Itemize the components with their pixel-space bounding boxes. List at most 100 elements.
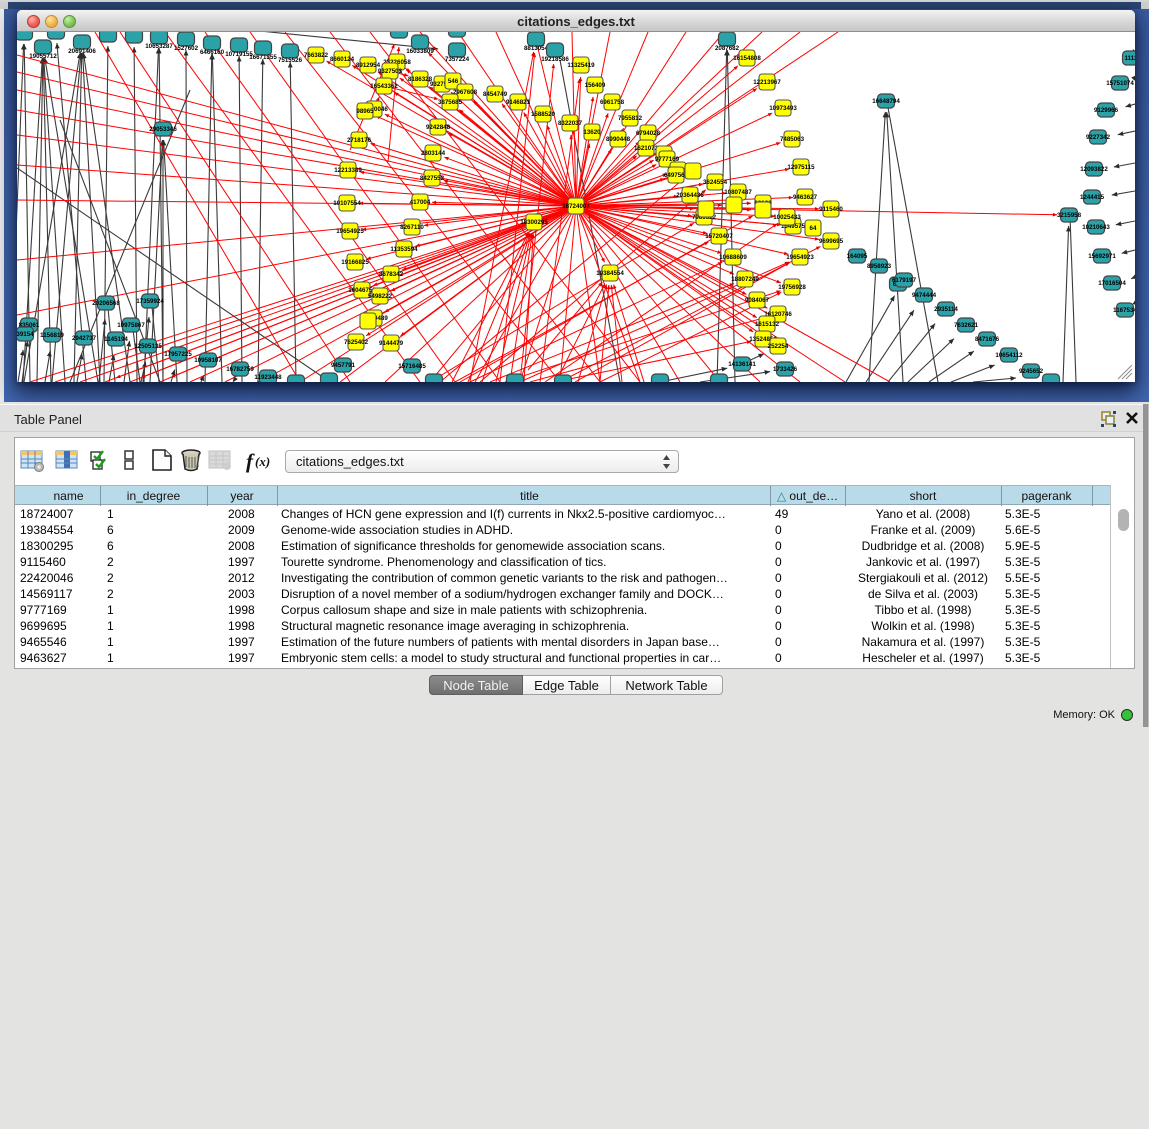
- svg-text:2935114: 2935114: [934, 306, 958, 313]
- svg-text:417004: 417004: [410, 199, 431, 206]
- svg-text:6466160: 6466160: [200, 49, 225, 56]
- svg-text:9242848: 9242848: [426, 124, 451, 131]
- svg-text:1588520: 1588520: [531, 111, 556, 118]
- svg-text:12213967: 12213967: [753, 79, 781, 86]
- svg-text:19055712: 19055712: [29, 53, 57, 60]
- svg-text:1615132: 1615132: [755, 321, 780, 328]
- svg-text:10807487: 10807487: [724, 189, 752, 196]
- svg-text:8660124: 8660124: [330, 56, 355, 63]
- svg-text:9144479: 9144479: [379, 340, 404, 347]
- svg-text:10973493: 10973493: [769, 105, 797, 112]
- svg-text:19384554: 19384554: [596, 270, 624, 277]
- svg-text:9699695: 9699695: [819, 238, 844, 245]
- svg-text:10653287: 10653287: [145, 43, 173, 50]
- svg-text:18724007: 18724007: [562, 203, 590, 210]
- svg-text:18807249: 18807249: [731, 276, 759, 283]
- svg-text:20691406: 20691406: [68, 48, 96, 55]
- svg-text:9146821: 9146821: [506, 99, 531, 106]
- svg-text:7663822: 7663822: [304, 52, 329, 59]
- svg-text:9457791: 9457791: [331, 362, 356, 369]
- svg-text:9115460: 9115460: [819, 206, 843, 213]
- svg-text:64: 64: [810, 225, 817, 232]
- svg-text:19756928: 19756928: [778, 284, 806, 291]
- svg-text:10654112: 10654112: [995, 352, 1023, 359]
- svg-text:164095: 164095: [847, 253, 868, 260]
- svg-text:8322037: 8322037: [558, 120, 583, 127]
- svg-text:10975867: 10975867: [117, 322, 145, 329]
- svg-text:1145194: 1145194: [104, 336, 128, 343]
- svg-text:1112: 1112: [1124, 55, 1135, 62]
- svg-text:11325419: 11325419: [567, 62, 595, 69]
- svg-text:2718176: 2718176: [347, 137, 372, 144]
- svg-text:1733426: 1733426: [773, 366, 798, 373]
- svg-text:3624554: 3624554: [703, 179, 728, 186]
- svg-text:13620: 13620: [583, 129, 601, 136]
- svg-text:156409: 156409: [585, 82, 606, 89]
- svg-text:16543362: 16543362: [370, 83, 398, 90]
- svg-text:12975115: 12975115: [787, 164, 815, 171]
- svg-text:7625402: 7625402: [344, 339, 369, 346]
- svg-text:8471676: 8471676: [975, 336, 1000, 343]
- svg-text:9463627: 9463627: [793, 194, 818, 201]
- svg-text:9227342: 9227342: [1086, 134, 1111, 141]
- svg-text:15720407: 15720407: [705, 233, 733, 240]
- svg-text:10107554: 10107554: [333, 200, 361, 207]
- svg-text:7632621: 7632621: [954, 322, 979, 329]
- svg-text:1167534: 1167534: [1113, 307, 1135, 314]
- svg-text:17957225: 17957225: [164, 351, 192, 358]
- svg-text:8267110: 8267110: [400, 224, 424, 231]
- svg-text:6961758: 6961758: [600, 99, 625, 106]
- svg-text:11923448: 11923448: [254, 374, 282, 381]
- svg-text:8186328: 8186328: [408, 76, 433, 83]
- svg-text:19654925: 19654925: [336, 228, 364, 235]
- svg-text:1244415: 1244415: [1080, 194, 1105, 201]
- svg-text:1527602: 1527602: [174, 45, 199, 52]
- svg-text:20364436: 20364436: [676, 192, 704, 199]
- svg-text:29053346: 29053346: [149, 126, 177, 133]
- svg-text:8990448: 8990448: [606, 136, 631, 143]
- svg-text:10210643: 10210643: [1082, 224, 1110, 231]
- svg-text:98965: 98965: [356, 108, 374, 115]
- svg-text:8427552: 8427552: [420, 175, 445, 182]
- svg-text:7357224: 7357224: [445, 56, 470, 63]
- svg-text:10958107: 10958107: [194, 357, 222, 364]
- svg-text:16782759: 16782759: [226, 366, 254, 373]
- svg-text:7485063: 7485063: [780, 136, 805, 143]
- svg-text:19166825: 19166825: [341, 259, 369, 266]
- svg-text:20206568: 20206568: [92, 300, 120, 307]
- svg-text:3875685: 3875685: [438, 99, 463, 106]
- svg-text:8912954: 8912954: [356, 62, 381, 69]
- svg-text:19654923: 19654923: [786, 254, 814, 261]
- svg-text:16648794: 16648794: [872, 98, 900, 105]
- svg-text:9084067: 9084067: [745, 297, 770, 304]
- svg-text:15716485: 15716485: [398, 363, 426, 370]
- svg-text:8678342: 8678342: [379, 271, 404, 278]
- svg-text:8813054: 8813054: [524, 45, 549, 52]
- svg-text:10688609: 10688609: [719, 254, 747, 261]
- svg-text:18300295: 18300295: [520, 219, 548, 226]
- svg-text:9245652: 9245652: [1019, 368, 1044, 375]
- svg-text:17016504: 17016504: [1098, 280, 1126, 287]
- svg-text:(x): (x): [255, 454, 270, 469]
- svg-text:10025433: 10025433: [773, 214, 801, 221]
- svg-text:12505135: 12505135: [134, 343, 162, 350]
- svg-text:8454749: 8454749: [483, 91, 508, 98]
- svg-text:3215958: 3215958: [1057, 212, 1082, 219]
- svg-text:f: f: [246, 449, 255, 473]
- svg-text:7955812: 7955812: [618, 115, 643, 122]
- svg-text:19218586: 19218586: [541, 56, 569, 63]
- svg-text:16154808: 16154808: [733, 55, 761, 62]
- svg-text:2087682: 2087682: [715, 45, 740, 52]
- svg-text:17359924: 17359924: [136, 298, 164, 305]
- svg-text:16033809: 16033809: [406, 48, 434, 55]
- svg-text:6794028: 6794028: [636, 130, 661, 137]
- svg-text:6179197: 6179197: [892, 277, 917, 284]
- svg-text:39154: 39154: [17, 331, 34, 338]
- svg-text:8958923: 8958923: [867, 263, 892, 270]
- svg-text:1621072: 1621072: [634, 145, 659, 152]
- svg-text:252254: 252254: [768, 343, 789, 350]
- svg-text:15751074: 15751074: [1106, 80, 1134, 87]
- svg-text:14136141: 14136141: [728, 361, 756, 368]
- svg-text:7515526: 7515526: [278, 57, 303, 64]
- svg-text:11353594: 11353594: [390, 246, 418, 253]
